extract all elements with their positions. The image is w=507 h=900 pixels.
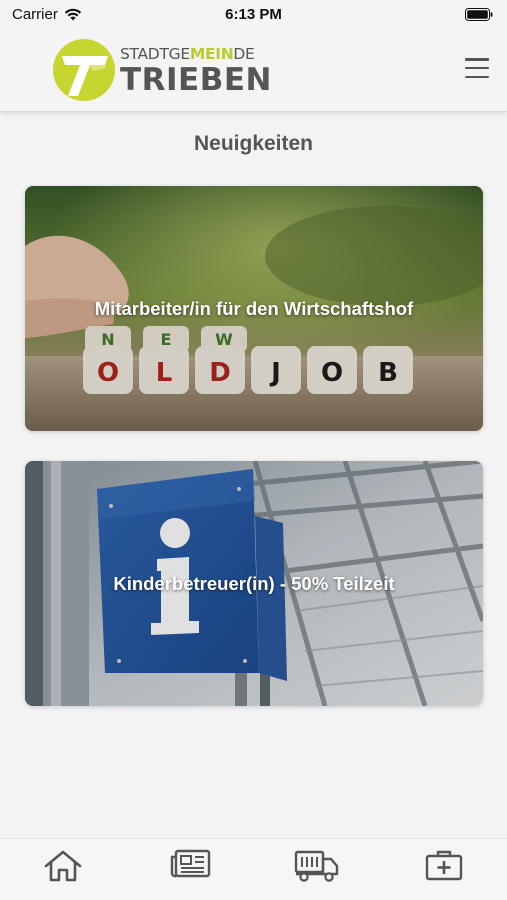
logo-line1: STADTGEMEINDE	[120, 45, 255, 63]
wifi-icon	[64, 8, 82, 20]
news-card[interactable]: N E W O L D J O B Mitarbeiter/in für den…	[25, 186, 483, 431]
truck-icon	[294, 850, 339, 882]
home-icon	[45, 850, 82, 882]
medical-kit-icon	[425, 850, 462, 881]
logo-mark-icon	[53, 39, 115, 101]
newspaper-icon	[170, 849, 211, 878]
news-title: Mitarbeiter/in für den Wirtschaftshof	[94, 297, 414, 319]
battery-icon	[465, 7, 493, 21]
news-title: Kinderbetreuer(in) - 50% Teilzeit	[113, 572, 395, 594]
bottom-tab-bar	[0, 838, 507, 900]
status-left: Carrier	[12, 6, 82, 23]
tab-home[interactable]	[31, 849, 95, 889]
status-bar: Carrier 6:13 PM	[0, 0, 507, 28]
carrier-label: Carrier	[12, 5, 58, 23]
app-header: STADTGEMEINDE TRIEBEN	[0, 28, 507, 112]
tab-news[interactable]	[158, 849, 222, 889]
hamburger-menu-icon[interactable]	[465, 58, 489, 78]
news-card[interactable]: Kinderbetreuer(in) - 50% Teilzeit	[25, 461, 483, 706]
logo-text: STADTGEMEINDE TRIEBEN	[120, 45, 272, 97]
stadtgemeinde-logo[interactable]: STADTGEMEINDE TRIEBEN	[52, 38, 271, 102]
page-title: Neuigkeiten	[193, 132, 314, 155]
logo-line2: TRIEBEN	[120, 62, 272, 98]
tab-waste-collection[interactable]	[285, 849, 349, 889]
tab-emergency[interactable]	[412, 849, 476, 889]
